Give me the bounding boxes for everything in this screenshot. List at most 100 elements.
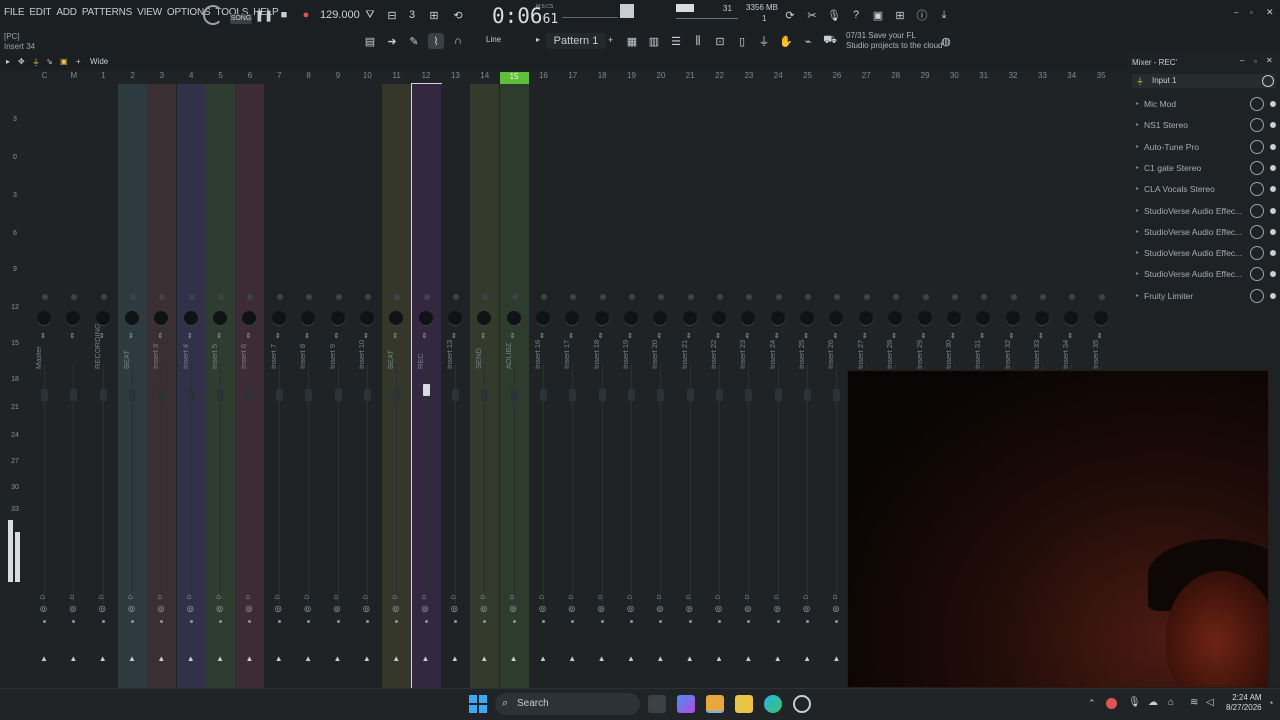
strip-volume-fader[interactable] bbox=[774, 389, 782, 401]
mixer-strip[interactable]: 9 Insert 9 ⇕ ⌂ ◎ ▲ bbox=[323, 71, 353, 688]
strip-arm-icon[interactable]: ◎ bbox=[99, 604, 106, 613]
slot-enable-switch[interactable] bbox=[1270, 122, 1276, 129]
blend-notes-icon[interactable]: ⊞ bbox=[426, 7, 442, 23]
mixer-strip[interactable]: 14 SEND ⇕ ⌂ ◎ ▲ bbox=[470, 71, 500, 688]
slot-enable-switch[interactable] bbox=[1270, 207, 1276, 214]
tray-app-icon[interactable] bbox=[1106, 698, 1117, 709]
strip-stereo-icon[interactable]: ⇕ bbox=[304, 332, 310, 340]
effect-slot-name[interactable]: Auto-Tune Pro bbox=[1144, 138, 1242, 156]
slot-expand-icon[interactable]: ▸ bbox=[1136, 223, 1139, 241]
slot-mix-knob[interactable] bbox=[1250, 288, 1264, 303]
strip-send-arrow-icon[interactable]: ▲ bbox=[245, 654, 253, 663]
strip-route-icon[interactable]: ⌂ bbox=[334, 592, 339, 601]
paint-icon[interactable]: ⌇ bbox=[428, 33, 444, 49]
panel-minimize-icon[interactable]: – bbox=[1240, 56, 1244, 65]
mixer-strip[interactable]: 21 Insert 21 ⇕ ⌂ ◎ ▲ bbox=[675, 71, 705, 688]
strip-send-arrow-icon[interactable]: ▲ bbox=[656, 654, 664, 663]
effect-slot[interactable]: ▸ CLA Vocals Stereo bbox=[1134, 180, 1278, 198]
strip-stereo-icon[interactable]: ⇕ bbox=[539, 332, 545, 340]
strip-enable-led[interactable] bbox=[335, 294, 342, 300]
strip-stereo-icon[interactable]: ⇕ bbox=[568, 332, 574, 340]
pencil-icon[interactable]: ✎ bbox=[406, 33, 422, 49]
touch-keyboard-icon[interactable]: ✋ bbox=[778, 33, 794, 49]
info-icon[interactable]: ⓘ bbox=[914, 7, 930, 23]
strip-volume-fader[interactable] bbox=[745, 389, 753, 401]
master-volume-knob[interactable] bbox=[203, 5, 223, 25]
strip-stereo-icon[interactable]: ⇕ bbox=[392, 332, 398, 340]
windows-start-icon[interactable] bbox=[469, 695, 487, 713]
mixer-strip[interactable]: 8 Insert 8 ⇕ ⌂ ◎ ▲ bbox=[294, 71, 324, 688]
strip-route-icon[interactable]: ⌂ bbox=[774, 592, 779, 601]
strip-stereo-icon[interactable]: ⇕ bbox=[598, 332, 604, 340]
strip-pan-knob[interactable] bbox=[271, 311, 286, 325]
strip-volume-fader[interactable] bbox=[451, 389, 459, 401]
strip-arm-icon[interactable]: ◎ bbox=[656, 604, 663, 613]
strip-enable-led[interactable] bbox=[364, 294, 371, 300]
strip-volume-fader[interactable] bbox=[99, 389, 107, 401]
wing-icon[interactable]: ⌁ bbox=[800, 33, 816, 49]
strip-arm-icon[interactable]: ◎ bbox=[304, 604, 311, 613]
menu-file[interactable]: FILE bbox=[4, 7, 25, 18]
mixer-ground-icon[interactable]: ⏚ bbox=[32, 57, 40, 68]
fl-studio-taskbar-icon[interactable] bbox=[706, 695, 724, 713]
file-explorer-icon[interactable] bbox=[735, 695, 753, 713]
plug-icon[interactable]: ⏚ bbox=[756, 33, 772, 49]
mixer-strip[interactable]: 10 Insert 10 ⇕ ⌂ ◎ ▲ bbox=[352, 71, 382, 688]
mixer-strip[interactable]: 16 Insert 16 ⇕ ⌂ ◎ ▲ bbox=[528, 71, 558, 688]
strip-arm-icon[interactable]: ◎ bbox=[69, 604, 76, 613]
strip-pan-knob[interactable] bbox=[917, 311, 932, 325]
minimize-icon[interactable]: – bbox=[1234, 8, 1238, 17]
strip-stereo-icon[interactable]: ⇕ bbox=[921, 332, 927, 340]
strip-route-icon[interactable]: ⌂ bbox=[627, 592, 632, 601]
slot-mix-knob[interactable] bbox=[1250, 97, 1264, 111]
slot-expand-icon[interactable]: ▸ bbox=[1136, 180, 1139, 198]
mixer-strip[interactable]: 19 Insert 19 ⇕ ⌂ ◎ ▲ bbox=[617, 71, 646, 688]
news-panel[interactable]: 07/31 Save your FL Studio projects to th… bbox=[846, 31, 943, 51]
strip-pan-knob[interactable] bbox=[447, 311, 462, 325]
song-time-display[interactable]: 0:0661 bbox=[492, 4, 558, 28]
mixer-focus-icon[interactable]: ▣ bbox=[60, 57, 68, 66]
strip-send-arrow-icon[interactable]: ▲ bbox=[451, 654, 459, 663]
strip-arm-icon[interactable]: ◎ bbox=[774, 604, 781, 613]
strip-send-arrow-icon[interactable]: ▲ bbox=[598, 654, 606, 663]
mixer-strip[interactable]: M ⇕ ⌂ ◎ ▲ bbox=[59, 71, 89, 688]
mixer-strip[interactable]: 12 REC ⇕ ⌂ ◎ ▲ bbox=[410, 71, 442, 689]
browser-icon[interactable]: ⊡ bbox=[712, 33, 728, 49]
strip-pan-knob[interactable] bbox=[594, 311, 609, 325]
strip-volume-fader[interactable] bbox=[70, 389, 78, 401]
mixer-strip[interactable]: 1 RECORDING ⇕ ⌂ ◎ ▲ bbox=[88, 71, 118, 688]
strip-volume-fader[interactable] bbox=[510, 389, 518, 401]
strip-arm-icon[interactable]: ◎ bbox=[363, 604, 370, 613]
notifications-icon[interactable]: ◔ bbox=[1268, 698, 1273, 708]
strip-route-icon[interactable]: ⌂ bbox=[422, 592, 427, 601]
strip-arm-icon[interactable]: ◎ bbox=[510, 604, 517, 613]
chrome-icon[interactable] bbox=[793, 695, 811, 713]
strip-send-arrow-icon[interactable]: ▲ bbox=[510, 654, 518, 663]
strip-arm-icon[interactable]: ◎ bbox=[744, 604, 751, 613]
slot-enable-switch[interactable] bbox=[1270, 250, 1276, 257]
strip-enable-led[interactable] bbox=[1039, 294, 1046, 300]
slot-expand-icon[interactable]: ▸ bbox=[1136, 244, 1139, 262]
strip-arm-icon[interactable]: ◎ bbox=[627, 604, 634, 613]
strip-volume-fader[interactable] bbox=[334, 389, 342, 401]
strip-stereo-icon[interactable]: ⇕ bbox=[422, 332, 428, 340]
mixer-add-icon[interactable]: + bbox=[76, 57, 81, 66]
mixer-cursor-icon[interactable]: ✥ bbox=[18, 57, 25, 66]
strip-arm-icon[interactable]: ◎ bbox=[480, 604, 487, 613]
metronome-icon[interactable]: ⛛ bbox=[362, 7, 378, 23]
slot-enable-switch[interactable] bbox=[1270, 143, 1276, 150]
strip-pan-knob[interactable] bbox=[858, 311, 873, 325]
mixer-strip[interactable]: 20 Insert 20 ⇕ ⌂ ◎ ▲ bbox=[646, 71, 676, 688]
strip-route-icon[interactable]: ⌂ bbox=[510, 592, 515, 601]
close-icon[interactable]: ✕ bbox=[1266, 7, 1274, 18]
strip-volume-fader[interactable] bbox=[217, 389, 225, 401]
effect-slot-name[interactable]: C1 gate Stereo bbox=[1144, 159, 1242, 177]
strip-stereo-icon[interactable]: ⇕ bbox=[715, 332, 721, 340]
slot-mix-knob[interactable] bbox=[1250, 139, 1264, 154]
strip-volume-fader[interactable] bbox=[598, 389, 606, 401]
strip-stereo-icon[interactable]: ⇕ bbox=[979, 332, 985, 340]
strip-arm-icon[interactable]: ◎ bbox=[832, 604, 839, 613]
menu-edit[interactable]: EDIT bbox=[29, 7, 51, 18]
stop-icon[interactable]: ■ bbox=[276, 7, 292, 23]
strip-pan-knob[interactable] bbox=[535, 311, 550, 325]
